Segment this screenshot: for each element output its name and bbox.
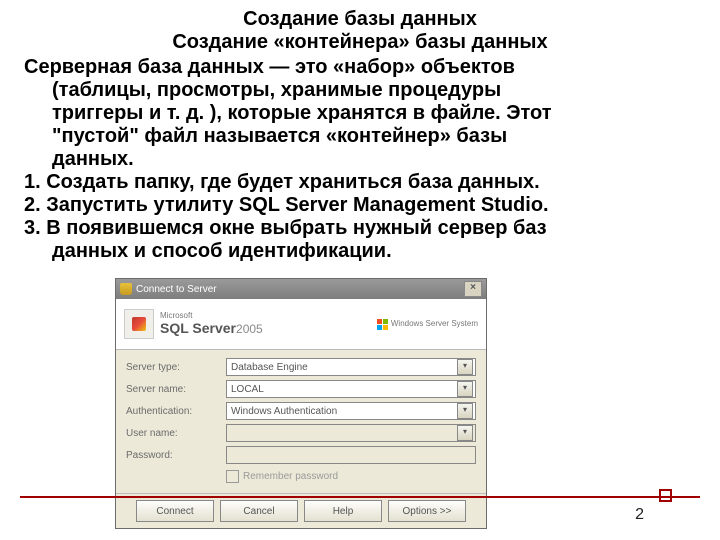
chevron-down-icon: ▾ (457, 381, 473, 397)
slide-title: Создание базы данных (24, 8, 696, 31)
chevron-down-icon: ▾ (457, 359, 473, 375)
server-name-label: Server name: (126, 384, 226, 395)
footer-rule (20, 496, 700, 498)
remember-password-label: Remember password (243, 471, 338, 482)
brand-microsoft: Microsoft (160, 312, 263, 320)
chevron-down-icon: ▾ (457, 403, 473, 419)
page-number: 2 (635, 506, 644, 524)
connect-button[interactable]: Connect (136, 500, 214, 522)
server-type-select[interactable]: Database Engine ▾ (226, 358, 476, 376)
dialog-title: Connect to Server (136, 284, 217, 295)
username-label: User name: (126, 428, 226, 439)
remember-password-checkbox (226, 470, 239, 483)
authentication-label: Authentication: (126, 406, 226, 417)
server-type-label: Server type: (126, 362, 226, 373)
body-text: Серверная база данных — это «набор» объе… (24, 56, 696, 263)
close-button[interactable]: × (464, 281, 482, 297)
dialog-titlebar: Connect to Server × (116, 279, 486, 299)
footer-accent-square (659, 489, 672, 502)
help-button[interactable]: Help (304, 500, 382, 522)
options-button[interactable]: Options >> (388, 500, 466, 522)
slide-subtitle: Создание «контейнера» базы данных (24, 31, 696, 54)
username-field: ▾ (226, 424, 476, 442)
cancel-button[interactable]: Cancel (220, 500, 298, 522)
database-icon (120, 283, 132, 295)
password-field (226, 446, 476, 464)
dialog-banner: Microsoft SQL Server2005 Windows Server … (116, 299, 486, 350)
connect-dialog: Connect to Server × Microsoft SQL Server… (115, 278, 487, 529)
password-label: Password: (126, 450, 226, 461)
sql-server-icon (124, 309, 154, 339)
windows-flag-icon (377, 318, 389, 330)
brand-year: 2005 (236, 322, 263, 336)
server-name-select[interactable]: LOCAL ▾ (226, 380, 476, 398)
chevron-down-icon: ▾ (457, 425, 473, 441)
windows-server-system-logo: Windows Server System (377, 318, 478, 330)
brand-sql-server: SQL Server (160, 320, 236, 336)
authentication-select[interactable]: Windows Authentication ▾ (226, 402, 476, 420)
